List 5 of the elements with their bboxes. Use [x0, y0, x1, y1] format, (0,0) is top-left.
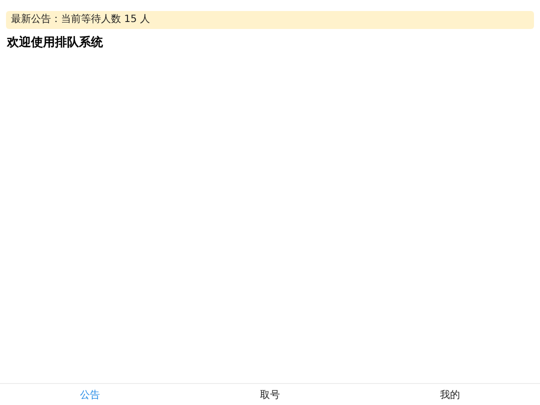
tab[interactable]: 公告 [0, 384, 180, 405]
page-title: 欢迎使用排队系统 [7, 34, 104, 51]
notice-banner: 最新公告：当前等待人数 15 人 [6, 11, 534, 29]
tab[interactable]: 取号 [180, 384, 360, 405]
tab[interactable]: 我的 [360, 384, 540, 405]
